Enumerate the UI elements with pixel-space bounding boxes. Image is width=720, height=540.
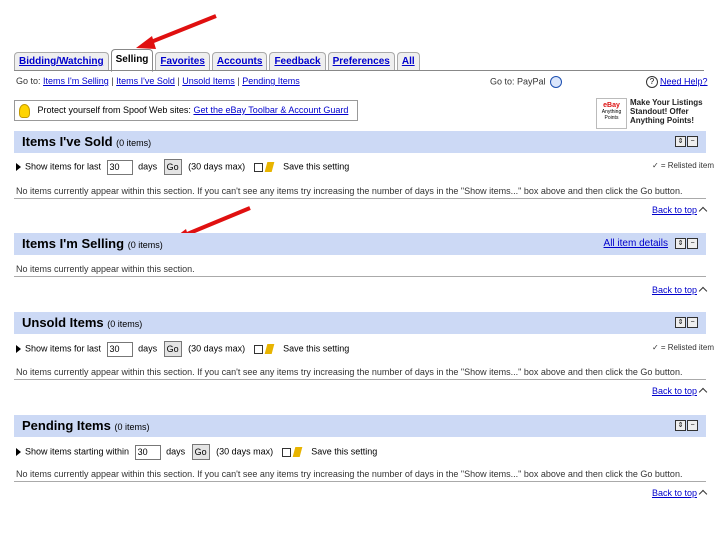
promo-text: Make Your Listings Standout! Offer Anyth… — [630, 98, 703, 125]
items-selling-header: Items I'm Selling (0 items) All item det… — [14, 233, 706, 255]
save-setting-label: Save this setting — [311, 446, 378, 457]
days-input[interactable]: 30 — [106, 159, 133, 175]
relisted-legend: ✓ = Relisted item — [651, 343, 714, 352]
link-items-sold[interactable]: Items I've Sold — [116, 76, 175, 86]
tab-all[interactable]: All — [396, 52, 420, 71]
arrow-up-icon — [698, 206, 708, 215]
unsold-filter-row: Show items for last 30 days Go (30 days … — [16, 341, 706, 357]
empty-message: No items currently appear within this se… — [16, 469, 683, 479]
anything-points-logo: eBay Anything Points — [596, 98, 627, 129]
max-note: (30 days max) — [188, 161, 246, 172]
separator: | — [111, 76, 114, 86]
lightbulb-icon — [19, 103, 30, 118]
days-input[interactable]: 30 — [106, 341, 133, 357]
filter-label: Show items for last — [25, 161, 102, 172]
unsold-items-header: Unsold Items (0 items) ⇕ − — [14, 312, 706, 334]
save-setting-checkbox[interactable] — [281, 447, 291, 457]
move-up-icon[interactable]: ⇕ — [675, 420, 686, 431]
empty-message: No items currently appear within this se… — [16, 367, 683, 377]
arrow-up-icon — [698, 387, 708, 396]
sold-filter-row: Show items for last 30 days Go (30 days … — [16, 159, 706, 175]
pencil-icon — [264, 344, 274, 354]
link-unsold-items[interactable]: Unsold Items — [182, 76, 235, 86]
anything-points-promo[interactable]: eBay Anything Points Make Your Listings S… — [596, 98, 706, 129]
pending-items-header: Pending Items (0 items) ⇕ − — [14, 415, 706, 437]
tab-divider — [14, 70, 704, 71]
triangle-icon — [16, 448, 21, 456]
goto-label: Go to: — [16, 76, 41, 86]
back-to-top-link[interactable]: Back to top — [652, 386, 708, 396]
link-pending-items[interactable]: Pending Items — [242, 76, 300, 86]
minimize-icon[interactable]: − — [687, 317, 698, 328]
section-links: Go to: Items I'm Selling | Items I've So… — [16, 76, 300, 86]
link-items-selling[interactable]: Items I'm Selling — [43, 76, 109, 86]
goto-paypal-label: Go to: PayPal — [490, 76, 546, 87]
toolbar-link[interactable]: Get the eBay Toolbar & Account Guard — [193, 105, 348, 115]
triangle-icon — [16, 345, 21, 353]
back-to-top-link[interactable]: Back to top — [652, 488, 708, 498]
paypal-icon — [550, 76, 563, 88]
go-button[interactable]: Go — [163, 341, 182, 357]
help-icon: ? — [646, 76, 658, 88]
triangle-icon — [16, 163, 21, 171]
save-setting-label: Save this setting — [283, 161, 350, 172]
move-up-icon[interactable]: ⇕ — [675, 317, 686, 328]
tab-selling[interactable]: Selling — [110, 49, 154, 72]
separator: | — [237, 76, 240, 86]
tab-favorites[interactable]: Favorites — [155, 52, 210, 71]
section-title: Items I've Sold (0 items) — [22, 134, 152, 149]
max-note: (30 days max) — [188, 343, 246, 354]
section-title: Items I'm Selling (0 items) — [22, 236, 163, 251]
all-item-details-link[interactable]: All item details — [604, 238, 668, 249]
need-help-label: Need Help? — [660, 76, 708, 87]
arrow-up-icon — [698, 489, 708, 498]
pencil-icon — [264, 162, 274, 172]
relisted-legend: ✓ = Relisted item — [651, 161, 714, 170]
pending-filter-row: Show items starting within 30 days Go (3… — [16, 444, 706, 460]
need-help-link[interactable]: ? Need Help? — [646, 76, 708, 88]
separator: | — [177, 76, 180, 86]
days-label: days — [138, 343, 158, 354]
items-sold-header: Items I've Sold (0 items) ⇕ − — [14, 131, 706, 153]
move-up-icon[interactable]: ⇕ — [675, 238, 686, 249]
empty-message: No items currently appear within this se… — [16, 186, 683, 196]
empty-message: No items currently appear within this se… — [16, 264, 195, 274]
spoof-notice: Protect yourself from Spoof Web sites: G… — [14, 100, 358, 121]
minimize-icon[interactable]: − — [687, 136, 698, 147]
divider — [14, 198, 706, 199]
back-to-top-link[interactable]: Back to top — [652, 205, 708, 215]
go-button[interactable]: Go — [163, 159, 182, 175]
section-title: Unsold Items (0 items) — [22, 315, 143, 330]
tab-bar: Bidding/Watching Selling Favorites Accou… — [14, 49, 422, 72]
minimize-icon[interactable]: − — [687, 238, 698, 249]
tab-bidding-watching[interactable]: Bidding/Watching — [14, 52, 109, 71]
divider — [14, 379, 706, 380]
divider — [14, 276, 706, 277]
filter-label: Show items starting within — [25, 446, 130, 457]
days-label: days — [166, 446, 186, 457]
filter-label: Show items for last — [25, 343, 102, 354]
tab-preferences[interactable]: Preferences — [327, 52, 395, 71]
save-setting-checkbox[interactable] — [253, 344, 263, 354]
arrow-up-icon — [698, 286, 708, 295]
minimize-icon[interactable]: − — [687, 420, 698, 431]
divider — [14, 481, 706, 482]
goto-paypal[interactable]: Go to: PayPal — [490, 76, 563, 88]
spoof-text: Protect yourself from Spoof Web sites: — [37, 105, 191, 115]
save-setting-checkbox[interactable] — [253, 162, 263, 172]
pencil-icon — [292, 447, 303, 457]
days-label: days — [138, 161, 158, 172]
days-input[interactable]: 30 — [134, 444, 161, 460]
max-note: (30 days max) — [216, 446, 274, 457]
move-up-icon[interactable]: ⇕ — [675, 136, 686, 147]
back-to-top-link[interactable]: Back to top — [652, 285, 708, 295]
save-setting-label: Save this setting — [283, 343, 350, 354]
section-title: Pending Items (0 items) — [22, 418, 150, 433]
tab-feedback[interactable]: Feedback — [269, 52, 326, 71]
tab-accounts[interactable]: Accounts — [211, 52, 268, 71]
go-button[interactable]: Go — [191, 444, 210, 460]
